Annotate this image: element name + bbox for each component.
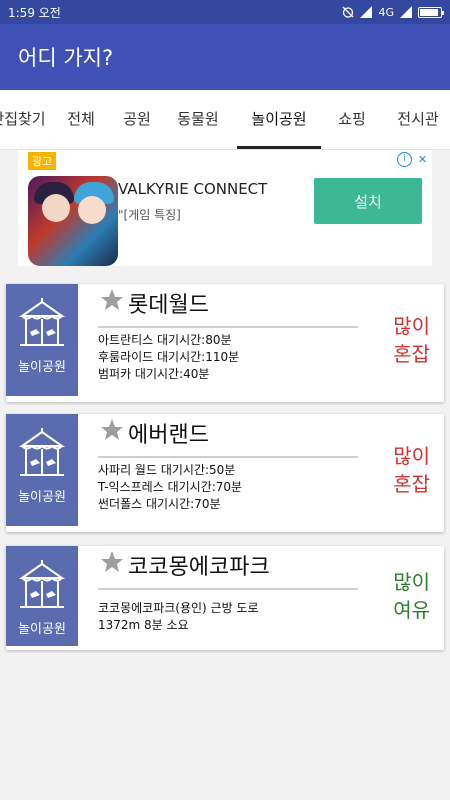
place-name: 롯데월드 <box>128 293 209 318</box>
network-type: 4G <box>378 5 394 19</box>
status-icons: 4G <box>342 5 444 19</box>
carousel-icon <box>18 428 66 476</box>
battery-icon <box>418 6 444 18</box>
info-line: 후룸라이드 대기시간:110분 <box>98 350 240 364</box>
crowd-status-line: 많이 <box>393 444 430 468</box>
divider <box>98 456 358 458</box>
place-card[interactable]: 놀이공원 에버랜드 사파리 월드 대기시간:50분 T-익스프레스 대기시간:7… <box>6 414 444 532</box>
category-thumbnail: 놀이공원 <box>6 284 78 396</box>
alarm-off-icon <box>343 6 354 18</box>
crowd-status-line: 혼잡 <box>393 342 430 366</box>
signal-icon-2 <box>400 6 412 18</box>
tab-amusement-park[interactable]: 놀이공원 <box>240 90 318 149</box>
tab-indicator <box>237 146 321 149</box>
ad-banner[interactable]: 광고 i ✕ VALKYRIE CONNECT "[게임 특징] 설치 <box>18 150 432 266</box>
ad-badge: 광고 <box>28 152 57 170</box>
category-label: 놀이공원 <box>18 490 66 505</box>
place-card[interactable]: 놀이공원 코코몽에코파크 코코몽에코파크(용인) 근방 도로 1372m 8분 … <box>6 546 444 650</box>
crowd-status-line: 여유 <box>393 598 430 622</box>
category-thumbnail: 놀이공원 <box>6 546 78 646</box>
crowd-status: 많이 혼잡 <box>393 442 430 498</box>
crowd-status: 많이 혼잡 <box>393 312 430 368</box>
info-line: 아트란티스 대기시간:80분 <box>98 333 232 347</box>
ad-title[interactable]: VALKYRIE CONNECT <box>118 180 267 198</box>
tab-parks[interactable]: 공원 <box>112 90 162 149</box>
tab-all[interactable]: 전체 <box>56 90 106 149</box>
signal-icon <box>360 6 373 18</box>
crowd-status-line: 많이 <box>393 570 430 594</box>
info-line: 썬더폴스 대기시간:70분 <box>98 497 221 511</box>
crowd-status-line: 혼잡 <box>393 472 430 496</box>
info-line: T-익스프레스 대기시간:70분 <box>98 480 243 494</box>
info-line: 코코몽에코파크(용인) 근방 도로 <box>98 601 259 615</box>
favorite-star-icon[interactable] <box>100 288 124 312</box>
tab-restaurants[interactable]: 맛집찾기 <box>0 90 48 149</box>
close-icon[interactable]: ✕ <box>415 152 430 167</box>
place-name: 코코몽에코파크 <box>128 555 270 580</box>
carousel-icon <box>18 560 66 608</box>
category-tabs: 맛집찾기 전체 공원 동물원 놀이공원 쇼핑 전시관 <box>0 90 450 150</box>
app-bar: 어디 가지? <box>0 24 450 90</box>
install-button[interactable]: 설치 <box>314 178 422 224</box>
app-title: 어디 가지? <box>18 46 114 70</box>
crowd-status-line: 많이 <box>393 314 430 338</box>
info-line: 범퍼카 대기시간:40분 <box>98 367 210 381</box>
status-time: 1:59 오전 <box>8 5 61 20</box>
ad-subtitle: "[게임 특징] <box>118 208 181 222</box>
favorite-star-icon[interactable] <box>100 418 124 442</box>
category-thumbnail: 놀이공원 <box>6 414 78 526</box>
info-line: 사파리 월드 대기시간:50분 <box>98 463 236 477</box>
wait-times: 아트란티스 대기시간:80분 후룸라이드 대기시간:110분 범퍼카 대기시간:… <box>98 332 239 383</box>
info-line: 1372m 8분 소요 <box>98 618 189 632</box>
category-label: 놀이공원 <box>18 622 66 637</box>
tab-exhibition[interactable]: 전시관 <box>388 90 448 149</box>
category-label: 놀이공원 <box>18 360 66 375</box>
crowd-status: 많이 여유 <box>393 568 430 624</box>
ad-image[interactable] <box>28 176 118 266</box>
route-info: 코코몽에코파크(용인) 근방 도로 1372m 8분 소요 <box>98 600 259 634</box>
status-bar: 1:59 오전 4G <box>0 0 450 24</box>
place-name: 에버랜드 <box>128 423 209 448</box>
ad-controls: i ✕ <box>397 152 430 167</box>
carousel-icon <box>18 298 66 346</box>
tab-shopping[interactable]: 쇼핑 <box>330 90 374 149</box>
info-icon[interactable]: i <box>397 152 412 167</box>
divider <box>98 588 358 590</box>
place-card[interactable]: 놀이공원 롯데월드 아트란티스 대기시간:80분 후룸라이드 대기시간:110분… <box>6 284 444 402</box>
tab-zoo[interactable]: 동물원 <box>166 90 230 149</box>
divider <box>98 326 358 328</box>
wait-times: 사파리 월드 대기시간:50분 T-익스프레스 대기시간:70분 썬더폴스 대기… <box>98 462 242 513</box>
favorite-star-icon[interactable] <box>100 550 124 574</box>
